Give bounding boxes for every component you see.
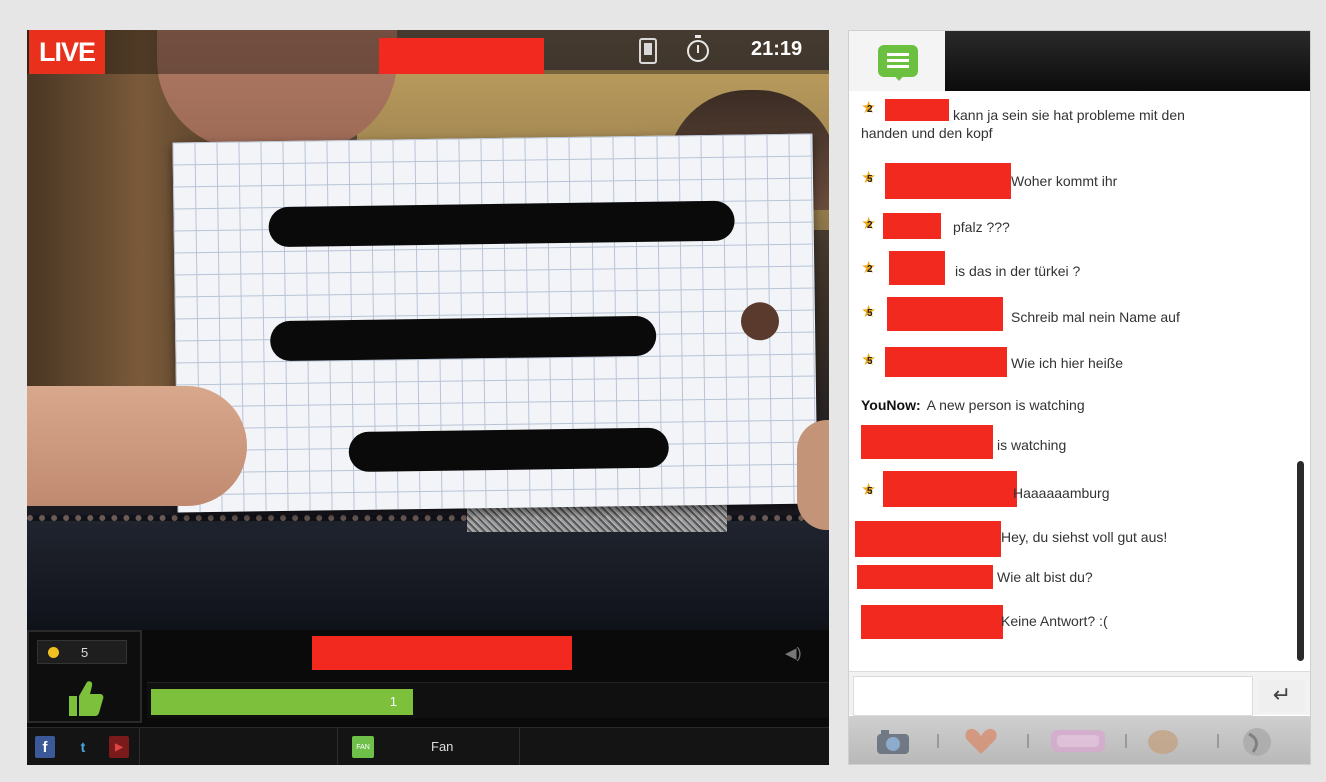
gift-separator: [937, 734, 939, 748]
facebook-icon[interactable]: f: [35, 736, 55, 758]
social-bar: f t ▶ FAN Fan: [27, 727, 829, 765]
redacted-username: [885, 99, 949, 121]
send-button[interactable]: ↵: [1259, 680, 1305, 712]
sticker-gift-icon[interactable]: [1049, 724, 1107, 758]
redacted-username: [855, 521, 1001, 557]
star-icon: ★ 2: [861, 214, 877, 233]
star-icon: ★ 5: [861, 480, 877, 499]
message-text: Keine Antwort? :(: [1001, 613, 1108, 629]
thumbs-up-icon[interactable]: [65, 678, 105, 718]
camera-icon[interactable]: [873, 724, 913, 758]
redacted-username: [861, 605, 1003, 639]
fan-button[interactable]: Fan: [431, 739, 453, 754]
redacted-caption: [312, 636, 572, 670]
handwritten-note: [172, 133, 818, 513]
star-icon: ★ 2: [861, 258, 877, 277]
timer-icon: [687, 35, 709, 62]
tab-chat[interactable]: [849, 31, 945, 91]
gift-separator: [1125, 734, 1127, 748]
divider: [139, 728, 140, 765]
streamer-thumb: [27, 386, 247, 506]
message-text: Wie ich hier heiße: [1011, 355, 1124, 371]
redaction-scribble: [268, 200, 735, 248]
redacted-username: [883, 213, 941, 239]
message-text: Hey, du siehst voll gut aus!: [1001, 529, 1168, 545]
coin-icon: [48, 646, 59, 658]
message-text: A new person is watching: [926, 397, 1085, 413]
chat-input[interactable]: [853, 676, 1253, 716]
divider: [337, 728, 338, 765]
message-text: handen und den kopf: [861, 125, 993, 141]
star-icon: ★ 5: [861, 168, 877, 187]
player-controls: 5 ◀) 1 f t ▶ FAN Fan: [27, 630, 829, 765]
redacted-username: [885, 347, 1007, 377]
redaction-scribble: [348, 427, 670, 473]
redaction-scribble: [269, 315, 657, 362]
chat-scrollbar[interactable]: [1297, 461, 1304, 661]
like-box: 5: [27, 630, 142, 723]
like-progress-fill: 1: [151, 689, 413, 715]
redacted-username: [887, 297, 1003, 331]
message-text: is das in der türkei ?: [955, 263, 1081, 279]
redacted-username: [861, 425, 993, 459]
streamer-hand: [797, 420, 829, 530]
divider: [519, 728, 520, 765]
redacted-username: [885, 163, 1011, 199]
coin-counter: 5: [37, 640, 127, 664]
message-text: Woher kommt ihr: [1011, 173, 1118, 189]
star-icon: ★ 5: [861, 350, 877, 369]
redacted-username: [857, 565, 993, 589]
system-sender: YouNow:: [861, 397, 921, 413]
star-icon: ★ 5: [861, 302, 877, 321]
message-text: Wie alt bist du?: [997, 569, 1093, 585]
fan-icon[interactable]: FAN: [352, 736, 374, 758]
gift-bar: [849, 716, 1310, 764]
redacted-streamer-name: [379, 38, 544, 74]
like-progress-bar: 1: [147, 682, 829, 718]
redacted-username: [883, 471, 1017, 507]
message-text: Schreib mal nein Name auf: [1011, 309, 1180, 325]
coin-count: 5: [81, 644, 89, 660]
youtube-icon[interactable]: ▶: [109, 736, 129, 758]
paper-hole: [740, 302, 780, 341]
heart-gift-icon[interactable]: [961, 724, 1001, 758]
chat-header: [849, 31, 1310, 91]
star-icon: ★ 2: [861, 98, 877, 117]
stream-time: 21:19: [751, 38, 803, 60]
message-text: is watching: [997, 437, 1067, 453]
hand-gift-icon[interactable]: [1143, 724, 1183, 758]
sweater: [27, 515, 829, 630]
chat-panel: ★ 2 kann ja sein sie hat probleme mit den…: [848, 30, 1311, 765]
twitter-icon[interactable]: t: [73, 736, 93, 758]
globe-gift-icon[interactable]: [1237, 724, 1277, 758]
gift-separator: [1217, 734, 1219, 748]
message-text: kann ja sein sie hat probleme mit den: [953, 107, 1185, 123]
redacted-username: [889, 251, 945, 285]
chat-bubble-icon: [878, 45, 918, 81]
video-player[interactable]: LIVE 21:19 5 ◀) 1 f t ▶ FAN Fan: [27, 30, 829, 765]
live-badge: LIVE: [29, 30, 105, 74]
gift-separator: [1027, 734, 1029, 748]
chat-input-row: ↵: [849, 671, 1310, 716]
chat-messages: ★ 2 kann ja sein sie hat probleme mit den…: [849, 91, 1310, 703]
video-feed: [27, 30, 829, 630]
message-text: Haaaaaamburg: [1013, 485, 1110, 501]
volume-icon[interactable]: ◀): [785, 644, 802, 662]
message-text: pfalz ???: [953, 219, 1010, 235]
phone-icon: [639, 38, 657, 64]
